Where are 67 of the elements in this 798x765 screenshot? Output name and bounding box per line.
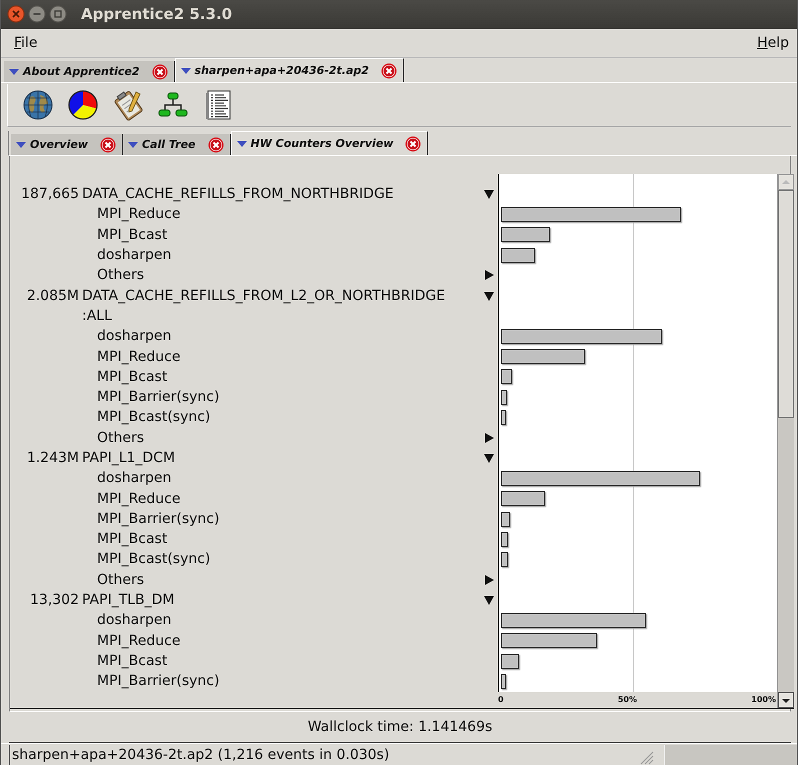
function-name: MPI_Barrier(sync) [96,510,220,529]
counter-value: 187,665 [20,185,79,204]
counter-name: DATA_CACHE_REFILLS_FROM_NORTHBRIDGE [82,185,395,204]
function-name: Others [96,428,144,448]
function-name: Others [96,570,144,590]
scroll-down-button[interactable] [778,692,794,708]
scroll-up-button[interactable] [778,174,794,190]
dropdown-icon[interactable] [9,68,19,75]
function-name: Others [96,266,144,286]
maximize-icon[interactable] [49,5,67,24]
function-name: MPI_Bcast(sync) [96,408,210,428]
function-name: MPI_Bcast [96,368,168,387]
function-name: dosharpen [96,246,172,266]
function-name: MPI_Reduce [96,632,180,651]
counter-value: 2.085M [26,286,79,306]
function-name: dosharpen [96,327,172,346]
function-name: MPI_Bcast(sync) [96,550,210,570]
function-name: dosharpen [96,611,172,630]
close-icon[interactable] [208,136,224,153]
close-icon[interactable] [405,136,422,152]
function-name: MPI_Bcast [96,226,168,245]
axis-label: 100% [751,694,776,706]
scrollbar[interactable] [777,174,794,708]
close-icon[interactable] [380,62,397,79]
function-name: MPI_Barrier(sync) [96,672,220,692]
expander-icon[interactable] [484,574,494,585]
counter-value: 13,302 [29,591,79,610]
counter-name: PAPI_L1_DCM [82,448,176,468]
close-icon[interactable] [152,64,168,80]
tab[interactable]: Overview [11,134,123,156]
window-title: Apprentice2 5.3.0 [81,5,232,24]
wallclock-time: Wallclock time: 1.141469s [308,718,492,735]
globe-icon[interactable] [22,89,54,122]
dropdown-icon[interactable] [16,142,26,148]
function-name: MPI_Bcast [96,530,168,550]
tab[interactable]: sharpen+apa+20436-2t.ap2 [174,58,404,82]
function-name: dosharpen [96,469,172,488]
close-icon[interactable] [100,136,116,153]
scroll-thumb[interactable] [778,190,794,418]
close-icon[interactable] [7,5,25,24]
dropdown-icon[interactable] [180,68,191,74]
expander-icon[interactable] [484,452,494,463]
function-name: MPI_Reduce [96,490,180,509]
axis-label: 0 [498,694,504,706]
tab[interactable]: Call Tree [122,134,230,156]
status-text: sharpen+apa+20436-2t.ap2 (1,216 events in 0.030s) [9,744,640,765]
function-name: MPI_Reduce [96,205,180,224]
expander-icon[interactable] [484,189,494,200]
expander-icon[interactable] [484,290,494,301]
function-name: MPI_Bcast [96,652,168,671]
expander-icon[interactable] [484,595,494,606]
menu-item[interactable]: Help [757,34,789,51]
resize-grip-icon[interactable] [640,750,654,765]
tab[interactable]: About Apprentice2 [4,61,175,82]
counter-name: PAPI_TLB_DM [82,591,176,610]
counter-value: 1.243M [26,448,79,468]
axis-label: 50% [618,694,637,706]
function-name: MPI_Barrier(sync) [96,388,220,408]
minimize-icon[interactable] [28,5,46,24]
dropdown-icon[interactable] [128,142,138,148]
tab[interactable]: HW Counters Overview [230,131,428,156]
expander-icon[interactable] [484,270,494,280]
pie-chart-icon[interactable] [67,89,99,122]
function-name: MPI_Reduce [96,348,180,366]
menu-item[interactable]: File [14,34,38,51]
expander-icon[interactable] [484,432,494,443]
dropdown-icon[interactable] [236,140,246,147]
